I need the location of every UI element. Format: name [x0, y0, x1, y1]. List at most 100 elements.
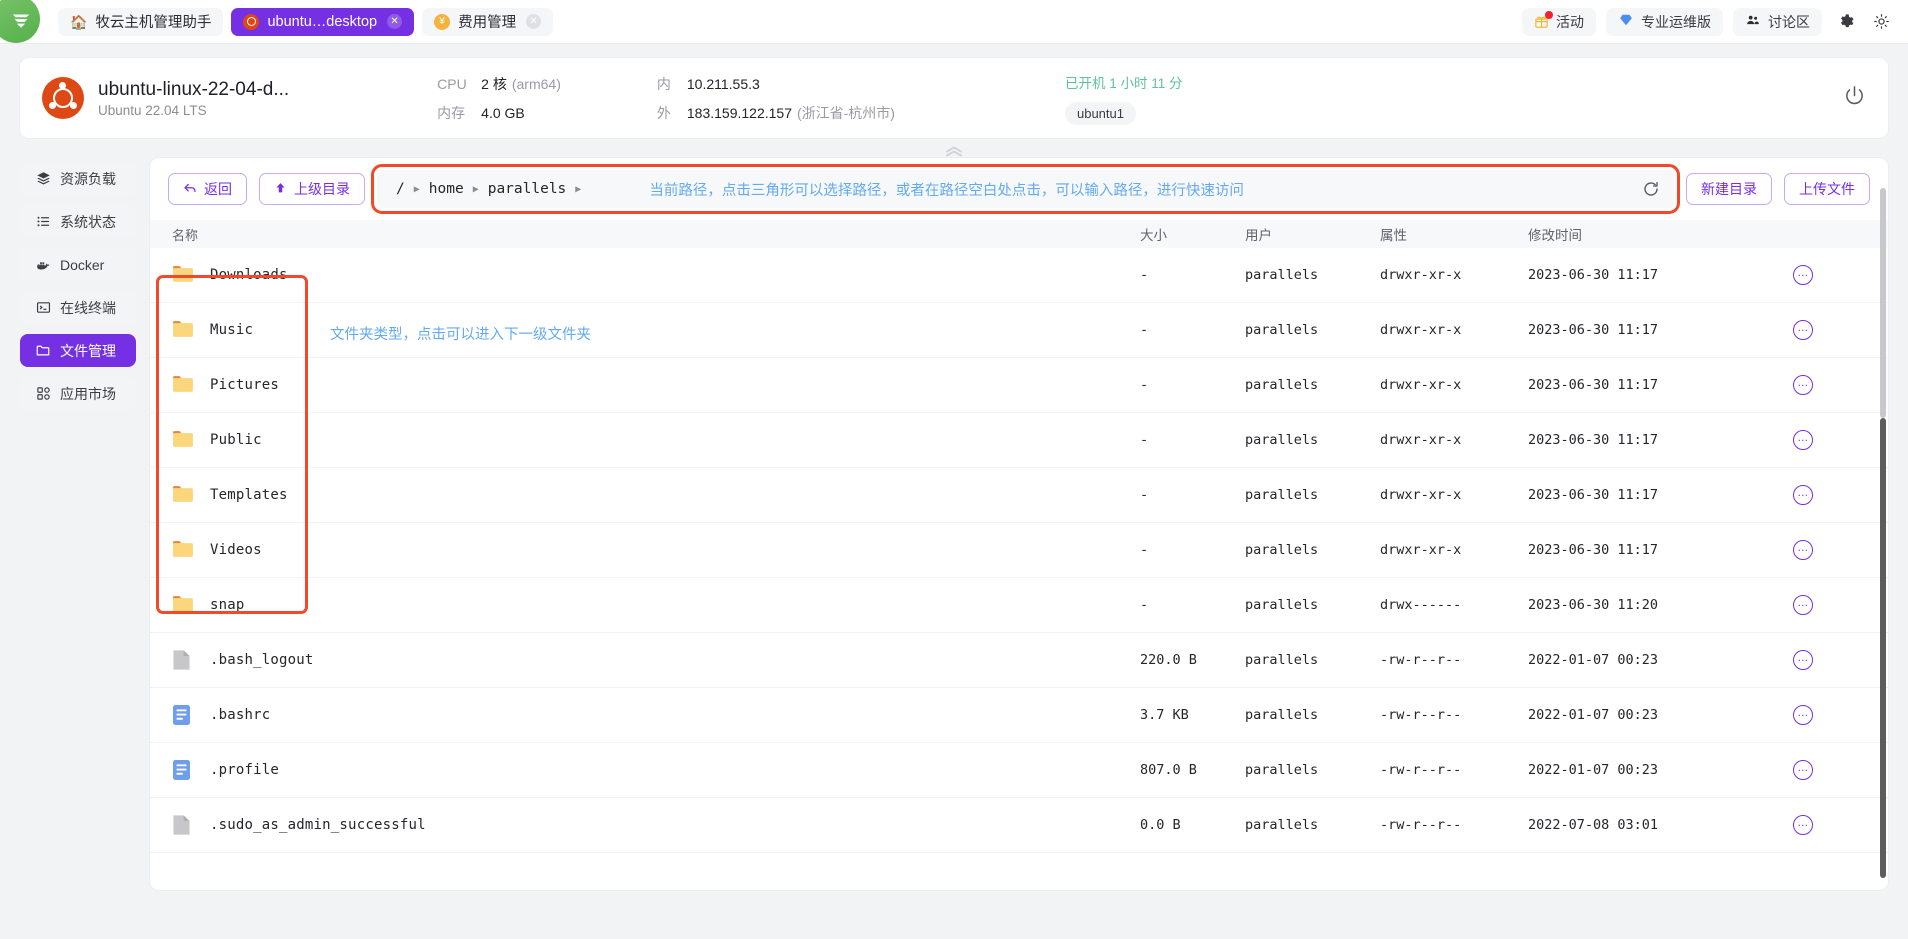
breadcrumb-home[interactable]: home	[424, 181, 469, 197]
file-name[interactable]: Music	[210, 322, 253, 338]
gear-icon[interactable]	[1832, 9, 1858, 35]
sidebar-item-label: 资源负载	[60, 170, 116, 187]
more-dots-icon[interactable]: …	[1793, 320, 1813, 340]
file-name[interactable]: Downloads	[210, 267, 288, 283]
table-row[interactable]: Pictures - parallels drwxr-xr-x 2023-06-30 1…	[150, 358, 1888, 413]
spec-value: 10.211.55.3	[686, 75, 760, 92]
sidebar-item-file-manager[interactable]: 文件管理	[20, 334, 136, 367]
parent-dir-button[interactable]: 上级目录	[259, 173, 365, 205]
sidebar-item-app-store[interactable]: 应用市场	[20, 377, 136, 410]
tab-billing[interactable]: ¥ 费用管理 ✕	[422, 7, 554, 36]
chevron-right-icon[interactable]: ▶	[412, 184, 422, 195]
file-owner: parallels	[1245, 762, 1319, 778]
gift-icon	[1534, 11, 1553, 29]
column-header-user[interactable]: 用户	[1245, 224, 1380, 244]
close-icon[interactable]: ✕	[526, 14, 542, 29]
file-size: -	[1140, 542, 1149, 558]
more-dots-icon[interactable]: …	[1793, 815, 1813, 835]
file-toolbar: 返回 上级目录 / ▶ home ▶ parallels ▶ 当前路径，点击三角…	[150, 158, 1888, 220]
more-dots-icon[interactable]: …	[1793, 595, 1813, 615]
uptime-block: 已开机 1 小时 11 分 ubuntu1	[1064, 72, 1183, 125]
file-name[interactable]: .sudo_as_admin_successful	[210, 817, 426, 833]
uptime-text: 已开机 1 小时 11 分	[1064, 75, 1183, 91]
table-row[interactable]: Music - parallels drwxr-xr-x 2023-06-30 11:1…	[150, 303, 1888, 358]
sun-icon[interactable]	[1868, 9, 1894, 35]
file-size: 0.0 B	[1140, 817, 1181, 833]
upload-file-button[interactable]: 上传文件	[1784, 173, 1870, 205]
spec-note: (arm64)	[511, 75, 561, 92]
file-name[interactable]: Pictures	[210, 377, 279, 393]
collapse-card-button[interactable]	[20, 144, 1888, 158]
path-bar[interactable]: / ▶ home ▶ parallels ▶ 当前路径，点击三角形可以选择路径，…	[371, 164, 1680, 214]
spec-label: 外	[656, 104, 671, 121]
more-dots-icon[interactable]: …	[1793, 430, 1813, 450]
file-icon	[172, 814, 194, 836]
activity-button[interactable]: 活动	[1522, 7, 1596, 36]
file-name[interactable]: .profile	[210, 762, 279, 778]
folder-icon	[172, 374, 194, 396]
breadcrumb: / ▶ home ▶ parallels ▶	[391, 181, 583, 197]
more-dots-icon[interactable]: …	[1793, 650, 1813, 670]
tab-label: ubuntu…desktop	[267, 13, 378, 30]
tab-ubuntu-desktop[interactable]: ubuntu…desktop ✕	[231, 7, 415, 36]
file-name[interactable]: Videos	[210, 542, 262, 558]
table-row[interactable]: .bashrc 3.7 KB parallels -rw-r--r-- 2022-01-…	[150, 688, 1888, 743]
forum-button[interactable]: 讨论区	[1733, 7, 1822, 36]
table-row[interactable]: Public - parallels drwxr-xr-x 2023-06-30 11:…	[150, 413, 1888, 468]
file-size: -	[1140, 322, 1149, 338]
more-dots-icon[interactable]: …	[1793, 540, 1813, 560]
table-row[interactable]: .profile 807.0 B parallels -rw-r--r-- 2022-0…	[150, 743, 1888, 798]
back-button[interactable]: 返回	[168, 173, 247, 205]
diamond-icon	[1618, 13, 1634, 30]
more-dots-icon[interactable]: …	[1793, 705, 1813, 725]
file-name[interactable]: Public	[210, 432, 262, 448]
refresh-icon[interactable]	[1642, 180, 1660, 198]
spec-value: 4.0 GB	[481, 104, 525, 121]
sidebar-item-system-status[interactable]: 系统状态	[20, 205, 136, 238]
more-dots-icon[interactable]: …	[1793, 265, 1813, 285]
folder-icon	[172, 429, 194, 451]
scrollbar-track[interactable]	[1880, 188, 1886, 418]
chevron-up-icon	[946, 145, 962, 156]
power-icon[interactable]	[1843, 84, 1866, 112]
file-mtime: 2023-06-30 11:17	[1528, 542, 1659, 558]
folder-icon	[172, 539, 194, 561]
more-dots-icon[interactable]: …	[1793, 375, 1813, 395]
file-name[interactable]: .bash_logout	[210, 652, 314, 668]
file-size: -	[1140, 597, 1149, 613]
file-mtime: 2023-06-30 11:20	[1528, 597, 1659, 613]
sidebar-item-docker[interactable]: Docker	[20, 248, 136, 281]
more-dots-icon[interactable]: …	[1793, 760, 1813, 780]
sidebar-item-terminal[interactable]: 在线终端	[20, 291, 136, 324]
sidebar-item-resource-load[interactable]: 资源负载	[20, 162, 136, 195]
column-header-mtime[interactable]: 修改时间	[1528, 224, 1718, 244]
file-permissions: drwxr-xr-x	[1380, 267, 1462, 283]
close-icon[interactable]: ✕	[387, 14, 403, 29]
table-row[interactable]: Videos - parallels drwxr-xr-x 2023-06-30 11:…	[150, 523, 1888, 578]
table-row[interactable]: .bash_logout 220.0 B parallels -rw-r--r-- 20…	[150, 633, 1888, 688]
column-header-name[interactable]: 名称	[150, 225, 1140, 244]
table-row[interactable]: .sudo_as_admin_successful 0.0 B parallels -…	[150, 798, 1888, 853]
table-row[interactable]: snap - parallels drwx------ 2023-06-30 11:20…	[150, 578, 1888, 633]
file-mtime: 2022-01-07 00:23	[1528, 762, 1659, 778]
file-name[interactable]: .bashrc	[210, 707, 270, 723]
tab-host-assistant[interactable]: 🏠 牧云主机管理助手	[58, 7, 224, 36]
column-header-attr[interactable]: 属性	[1380, 224, 1528, 244]
file-name[interactable]: snap	[210, 597, 245, 613]
chevron-right-icon[interactable]: ▶	[573, 184, 583, 195]
file-permissions: drwxr-xr-x	[1380, 322, 1462, 338]
chevron-right-icon[interactable]: ▶	[471, 184, 481, 195]
file-owner: parallels	[1245, 487, 1319, 503]
new-directory-button[interactable]: 新建目录	[1686, 173, 1772, 205]
file-name[interactable]: Templates	[210, 487, 288, 503]
pro-edition-button[interactable]: 专业运维版	[1606, 7, 1723, 36]
scrollbar-thumb[interactable]	[1880, 418, 1886, 878]
table-row[interactable]: Downloads - parallels drwxr-xr-x 2023-06-30 …	[150, 248, 1888, 303]
breadcrumb-root[interactable]: /	[391, 181, 410, 197]
more-dots-icon[interactable]: …	[1793, 485, 1813, 505]
spec-cpu: CPU 2 核 (arm64)	[437, 74, 561, 94]
file-permissions: drwxr-xr-x	[1380, 432, 1462, 448]
breadcrumb-parallels[interactable]: parallels	[483, 181, 572, 197]
column-header-size[interactable]: 大小	[1140, 224, 1245, 244]
table-row[interactable]: Templates - parallels drwxr-xr-x 2023-06-30 …	[150, 468, 1888, 523]
